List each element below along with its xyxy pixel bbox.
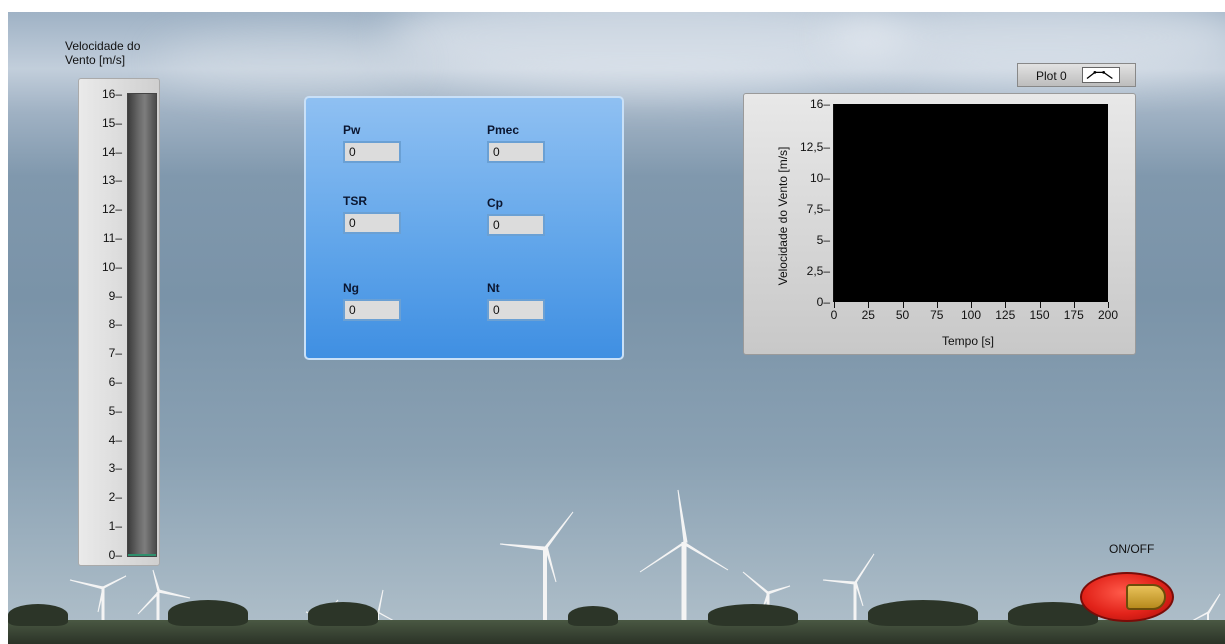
tank-tick-label: 4– [108,432,122,447]
plot-line-icon[interactable] [1082,67,1120,83]
x-tick-label: 25 [861,308,875,322]
tank-tick-label: 1– [108,519,122,533]
x-tick-label: 125 [995,308,1016,322]
nt-indicator: 0 [487,299,545,321]
front-panel: Velocidade do Vento [m/s] 16– 15– 14– 13– 12… [8,12,1225,644]
tsr-label: TSR [343,194,367,208]
tank-tick-label: 8– [108,317,122,332]
tank-tick-label: 0– [108,547,122,562]
tsr-indicator: 0 [343,212,401,234]
tank-tick-label: 9– [108,288,122,303]
y-tick-label: 5– [816,233,830,248]
y-tick-label: 7,5– [806,202,830,217]
tank-tick-label: 6– [108,375,122,389]
x-tick-label: 100 [960,308,982,322]
y-tick-label: 2,5– [806,264,830,279]
pmec-indicator: 0 [487,141,545,163]
plot-legend-label: Plot 0 [1036,69,1067,83]
tank-tick-label: 14– [101,144,122,159]
tank-tick-label: 12– [101,202,122,217]
x-tick-label: 50 [895,308,910,322]
tank-tick-label: 10– [101,259,122,274]
plot-area[interactable] [834,104,1108,302]
tank-label: Velocidade do Vento [m/s] [65,39,175,67]
y-tick-label: 10– [809,171,830,186]
ng-indicator: 0 [343,299,401,321]
x-tick-label: 200 [1097,308,1119,322]
tank-tick-label: 11– [102,231,122,245]
x-tick-label: 150 [1029,308,1050,322]
pw-label: Pw [343,123,361,137]
y-axis-line [833,104,834,302]
tank-label-line1: Velocidade do [65,39,141,53]
nt-label: Nt [487,281,500,295]
y-tick-label: 0– [816,295,830,309]
wind-speed-tank-track [127,93,157,557]
tank-label-line2: Vento [m/s] [65,53,126,67]
tank-tick-label: 15– [101,115,122,130]
x-tick-label: 175 [1063,308,1084,322]
y-tick-label: 16– [809,97,830,111]
tank-tick-label: 16– [101,87,122,101]
indicator-cluster: Pw 0 Pmec 0 TSR 0 Cp 0 Ng 0 Nt 0 [304,96,624,360]
tank-tick-label: 3– [108,461,122,476]
tank-tick-label: 7– [108,346,122,361]
ng-label: Ng [343,281,359,295]
x-axis-label: Tempo [s] [941,334,995,348]
wind-speed-tank-fill [128,554,156,556]
tank-tick-label: 2– [108,490,122,505]
tank-tick-label: 5– [108,403,122,418]
cp-label: Cp [487,196,503,210]
y-tick-label: 12,5– [799,140,830,155]
cp-indicator: 0 [487,214,545,236]
pmec-label: Pmec [487,123,520,137]
y-axis-label: Velocidade do Vento [m/s] [776,146,790,286]
onoff-label: ON/OFF [1109,542,1155,556]
x-tick-label: 0 [830,308,838,322]
pw-indicator: 0 [343,141,401,163]
onoff-lamp-icon[interactable] [1126,584,1166,610]
x-tick-label: 75 [930,308,944,322]
tank-tick-label: 13– [101,173,122,188]
